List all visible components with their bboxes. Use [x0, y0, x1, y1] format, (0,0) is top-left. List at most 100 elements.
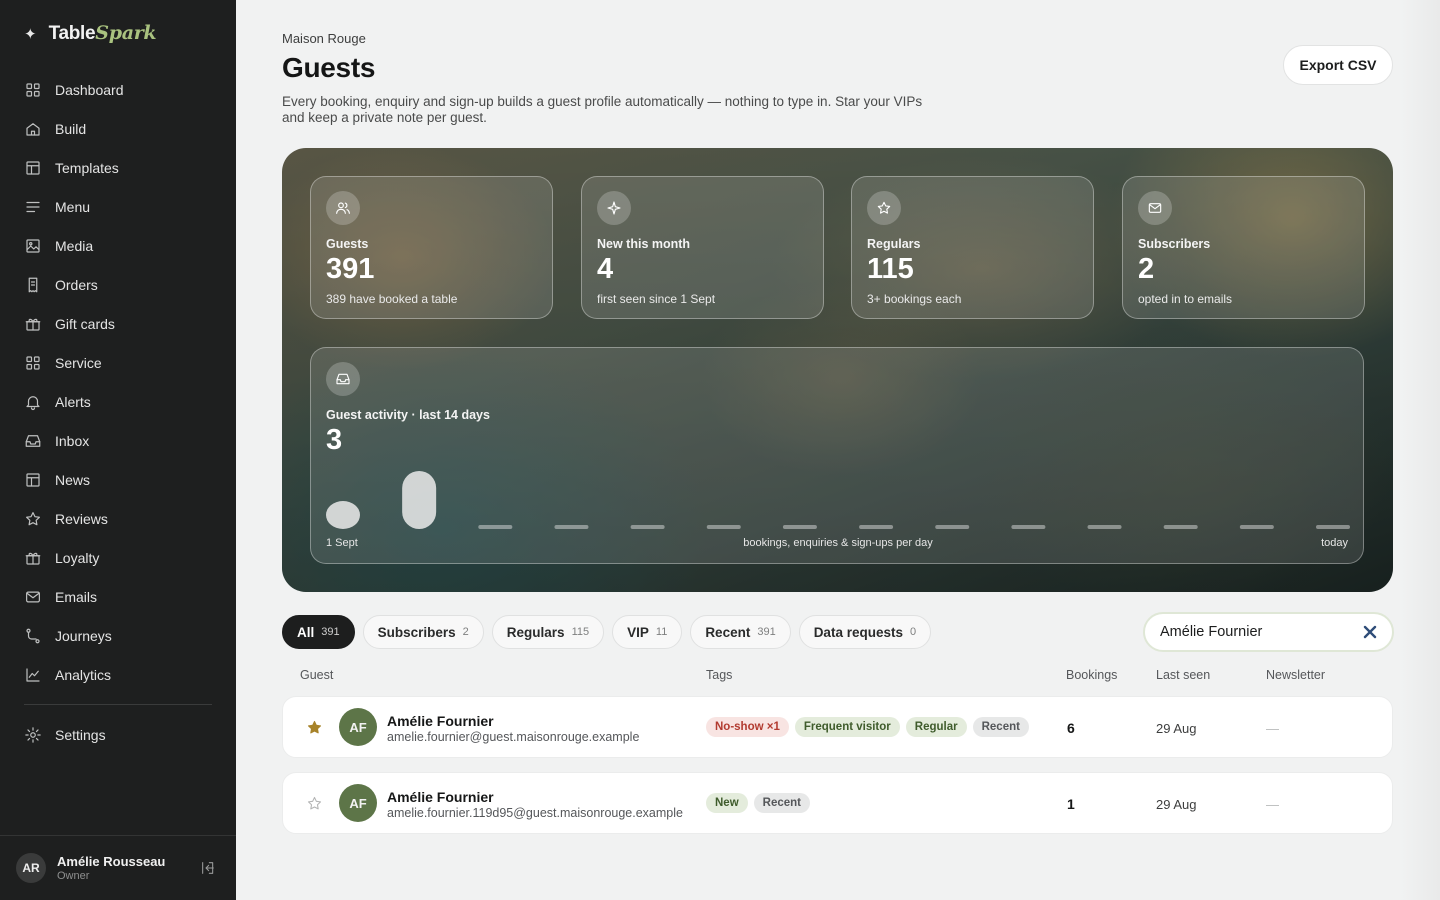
- stat-card-subscribers: Subscribers 2 opted in to emails: [1122, 176, 1365, 319]
- filter-chip-vip[interactable]: VIP 11: [612, 615, 683, 649]
- table-row[interactable]: AF Amélie Fournier amelie.fournier@guest.m…: [282, 696, 1393, 758]
- activity-bar-day-11[interactable]: [1087, 525, 1122, 529]
- activity-bar-day-8[interactable]: [859, 525, 894, 529]
- guest-tag: Regular: [905, 717, 967, 737]
- filter-count: 0: [909, 626, 917, 638]
- sidebar-item-inbox[interactable]: Inbox: [0, 421, 236, 460]
- activity-bar-day-1[interactable]: [326, 501, 360, 529]
- filter-chip-all[interactable]: All 391: [282, 615, 355, 649]
- clear-search-icon[interactable]: [1363, 625, 1377, 639]
- activity-bar-day-7[interactable]: [782, 525, 817, 529]
- guest-bookings: 1: [1067, 796, 1075, 812]
- guest-search[interactable]: [1143, 612, 1394, 652]
- star-icon[interactable]: [306, 719, 323, 736]
- sidebar-item-label: Gift cards: [55, 315, 115, 332]
- stat-subtext: 389 have booked a table: [326, 292, 458, 306]
- activity-bar-day-3[interactable]: [478, 525, 513, 529]
- lines-icon: [26, 201, 40, 212]
- layout-icon: [26, 160, 40, 175]
- search-input[interactable]: [1160, 624, 1350, 640]
- sidebar-item-analytics[interactable]: Analytics: [0, 655, 236, 694]
- activity-bar-day-2[interactable]: [402, 471, 437, 529]
- user-profile[interactable]: AR Amélie Rousseau Owner: [0, 835, 236, 900]
- activity-bar-day-10[interactable]: [1011, 525, 1046, 529]
- activity-bar-day-5[interactable]: [630, 525, 665, 529]
- avatar: AF: [339, 708, 377, 746]
- stat-card-guests: Guests 391 389 have booked a table: [310, 176, 553, 319]
- sidebar-item-label: News: [55, 471, 91, 488]
- sidebar-item-media[interactable]: Media: [0, 226, 236, 265]
- sidebar-item-gift-cards[interactable]: Gift cards: [0, 304, 236, 343]
- sidebar-item-dashboard[interactable]: Dashboard: [0, 70, 236, 109]
- filter-count: 391: [757, 626, 776, 638]
- sidebar-item-label: Journeys: [55, 627, 112, 644]
- sidebar-item-loyalty[interactable]: Loyalty: [0, 538, 236, 577]
- column-last-seen[interactable]: Last seen: [1156, 668, 1210, 682]
- page-title: Guests: [282, 52, 376, 83]
- grid-icon: [26, 82, 40, 97]
- guest-tag: Frequent visitor: [794, 717, 900, 737]
- sidebar-item-label: Alerts: [55, 393, 91, 410]
- sidebar-divider: [24, 704, 212, 705]
- column-tags[interactable]: Tags: [706, 668, 732, 682]
- activity-bar-day-13[interactable]: [1239, 525, 1274, 529]
- sidebar-item-journeys[interactable]: Journeys: [0, 616, 236, 655]
- sidebar-item-label: Reviews: [55, 510, 108, 527]
- column-bookings[interactable]: Bookings: [1066, 668, 1117, 682]
- filter-chip-data-requests[interactable]: Data requests 0: [798, 615, 932, 649]
- stat-subtext: opted in to emails: [1138, 292, 1233, 306]
- guest-email: amelie.fournier@guest.maisonrouge.exampl…: [387, 730, 640, 744]
- user-role: Owner: [57, 870, 90, 882]
- breadcrumb[interactable]: Maison Rouge: [282, 31, 366, 46]
- table-header: Guest Tags Bookings Last seen Newsletter: [282, 668, 1393, 684]
- gift-icon: [25, 552, 41, 565]
- guest-bookings: 6: [1067, 720, 1075, 736]
- guest-last-seen: 29 Aug: [1156, 721, 1197, 736]
- filter-chip-subscribers[interactable]: Subscribers 2: [362, 615, 484, 649]
- filter-chips: All 391 Subscribers 2 Regulars 115 VIP 11 Recent…: [282, 615, 932, 649]
- activity-bar-day-14[interactable]: [1316, 525, 1350, 529]
- sidebar-item-service[interactable]: Service: [0, 343, 236, 382]
- table-row[interactable]: AF Amélie Fournier amelie.fournier.119d95@…: [282, 772, 1393, 834]
- export-csv-button[interactable]: Export CSV: [1283, 45, 1393, 85]
- guest-name[interactable]: Amélie Fournier: [387, 713, 494, 729]
- sidebar-item-label: Orders: [55, 276, 98, 293]
- activity-bar-day-12[interactable]: [1163, 525, 1198, 529]
- guest-last-seen: 29 Aug: [1156, 797, 1197, 812]
- sidebar-item-news[interactable]: News: [0, 460, 236, 499]
- stat-label: Guests: [326, 237, 369, 251]
- stat-value: 2: [1138, 253, 1155, 285]
- sidebar-item-settings[interactable]: Settings: [0, 715, 236, 754]
- bell-icon: [26, 395, 40, 410]
- receipt-icon: [28, 277, 38, 292]
- sidebar-item-label: Emails: [55, 588, 98, 605]
- sidebar-item-templates[interactable]: Templates: [0, 148, 236, 187]
- sidebar-item-menu[interactable]: Menu: [0, 187, 236, 226]
- guest-tags: No-show ×1 Frequent visitor Regular Recent: [706, 717, 1029, 737]
- activity-bar-day-4[interactable]: [554, 525, 589, 529]
- activity-bar-day-6[interactable]: [706, 525, 741, 529]
- column-guest[interactable]: Guest: [300, 668, 333, 682]
- activity-card: Guest activity · last 14 days 3 1 Sept b…: [310, 347, 1364, 564]
- activity-bar-day-9[interactable]: [935, 525, 970, 529]
- logout-icon[interactable]: [200, 860, 216, 876]
- filter-chip-regulars[interactable]: Regulars 115: [491, 615, 605, 649]
- filter-chip-recent[interactable]: Recent 391: [690, 615, 791, 649]
- star-icon[interactable]: [306, 795, 323, 812]
- sidebar-nav: Dashboard Build Templates Menu Media Orders Gi…: [0, 70, 236, 754]
- guest-tag: No-show ×1: [706, 717, 789, 737]
- sidebar-item-label: Build: [55, 120, 87, 137]
- guest-name[interactable]: Amélie Fournier: [387, 789, 494, 805]
- layout-icon: [26, 472, 40, 487]
- sidebar-item-label: Media: [55, 237, 94, 254]
- activity-chart: [326, 471, 1350, 529]
- sidebar-item-alerts[interactable]: Alerts: [0, 382, 236, 421]
- sidebar-item-reviews[interactable]: Reviews: [0, 499, 236, 538]
- column-newsletter[interactable]: Newsletter: [1266, 668, 1325, 682]
- app-logo[interactable]: ✦ TableSpark: [24, 22, 157, 45]
- sidebar-item-emails[interactable]: Emails: [0, 577, 236, 616]
- sidebar-item-orders[interactable]: Orders: [0, 265, 236, 304]
- sidebar-item-label: Settings: [55, 726, 106, 743]
- sidebar-item-label: Analytics: [55, 666, 112, 683]
- sidebar-item-build[interactable]: Build: [0, 109, 236, 148]
